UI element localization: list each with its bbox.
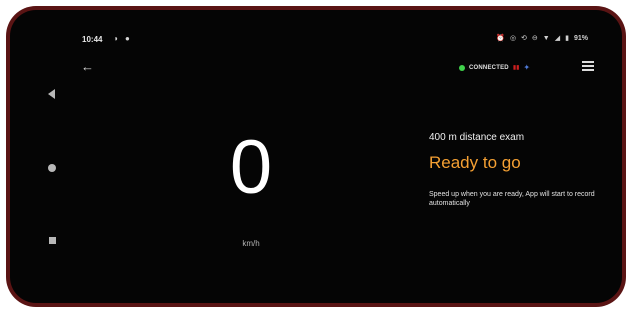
- app-notification-icon: ◑: [113, 34, 118, 43]
- wifi-icon: ▼: [542, 35, 550, 42]
- exam-title: 400 m distance exam: [429, 132, 525, 143]
- speed-unit: km/h: [242, 239, 260, 248]
- speed-value: 0: [229, 125, 273, 210]
- connection-status: CONNECTED ▮▮ ✦: [459, 63, 530, 72]
- exam-hint: Speed up when you are ready, App will st…: [429, 191, 595, 207]
- sync-icon: ⟲: [521, 35, 527, 42]
- notification-dot-icon: ●: [125, 34, 130, 43]
- nav-home-icon[interactable]: [48, 164, 56, 172]
- signal-strength-icon: ▮▮: [512, 65, 520, 71]
- exam-status: Ready to go: [429, 153, 521, 172]
- signal-icon: ◢: [554, 35, 561, 42]
- screen: 10:44 ◑ ● ⏰ ◎ ⟲ ⊖ ▼ ◢ ▮ 91% ← CONNECTED …: [10, 10, 622, 303]
- nav-back-icon[interactable]: [48, 89, 55, 99]
- phone-frame: 10:44 ◑ ● ⏰ ◎ ⟲ ⊖ ▼ ◢ ▮ 91% ← CONNECTED …: [6, 6, 626, 307]
- alarm-icon: ⏰: [496, 35, 505, 42]
- back-arrow-icon[interactable]: ←: [81, 60, 94, 73]
- status-time: 10:44: [82, 35, 103, 44]
- nav-recents-icon[interactable]: [49, 237, 56, 244]
- satellite-icon: ✦: [523, 63, 531, 72]
- connection-label: CONNECTED: [469, 64, 509, 71]
- dnd-icon: ⊖: [531, 35, 538, 42]
- list-menu-icon[interactable]: [582, 61, 594, 73]
- battery-level: 91%: [573, 35, 588, 42]
- battery-icon: ▮: [565, 35, 569, 42]
- status-icons: ⏰ ◎ ⟲ ⊖ ▼ ◢ ▮ 91%: [496, 34, 588, 44]
- connection-dot-icon: [459, 64, 465, 71]
- location-icon: ◎: [509, 35, 517, 42]
